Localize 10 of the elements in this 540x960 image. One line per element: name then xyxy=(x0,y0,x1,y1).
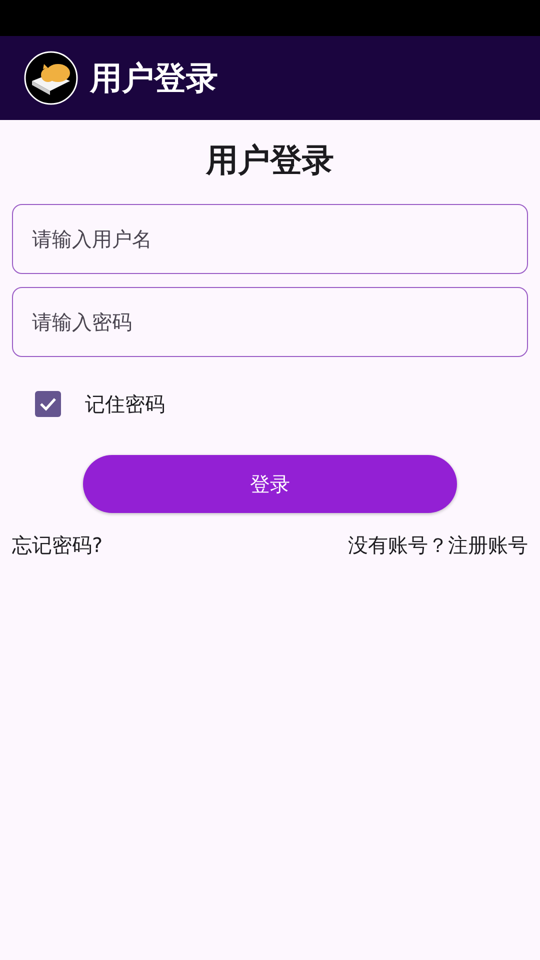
register-link[interactable]: 没有账号？注册账号 xyxy=(348,530,528,560)
remember-checkbox[interactable] xyxy=(35,391,61,417)
forgot-password-link[interactable]: 忘记密码? xyxy=(12,530,103,560)
page-heading: 用户登录 xyxy=(204,140,335,181)
username-field[interactable]: 请输入用户名 xyxy=(12,204,528,274)
cat-book-icon xyxy=(24,51,78,105)
password-field[interactable]: 请输入密码 xyxy=(12,287,528,357)
remember-label: 记住密码 xyxy=(85,391,165,418)
login-button[interactable]: 登录 xyxy=(83,455,457,513)
app-title: 用户登录 xyxy=(90,58,218,99)
